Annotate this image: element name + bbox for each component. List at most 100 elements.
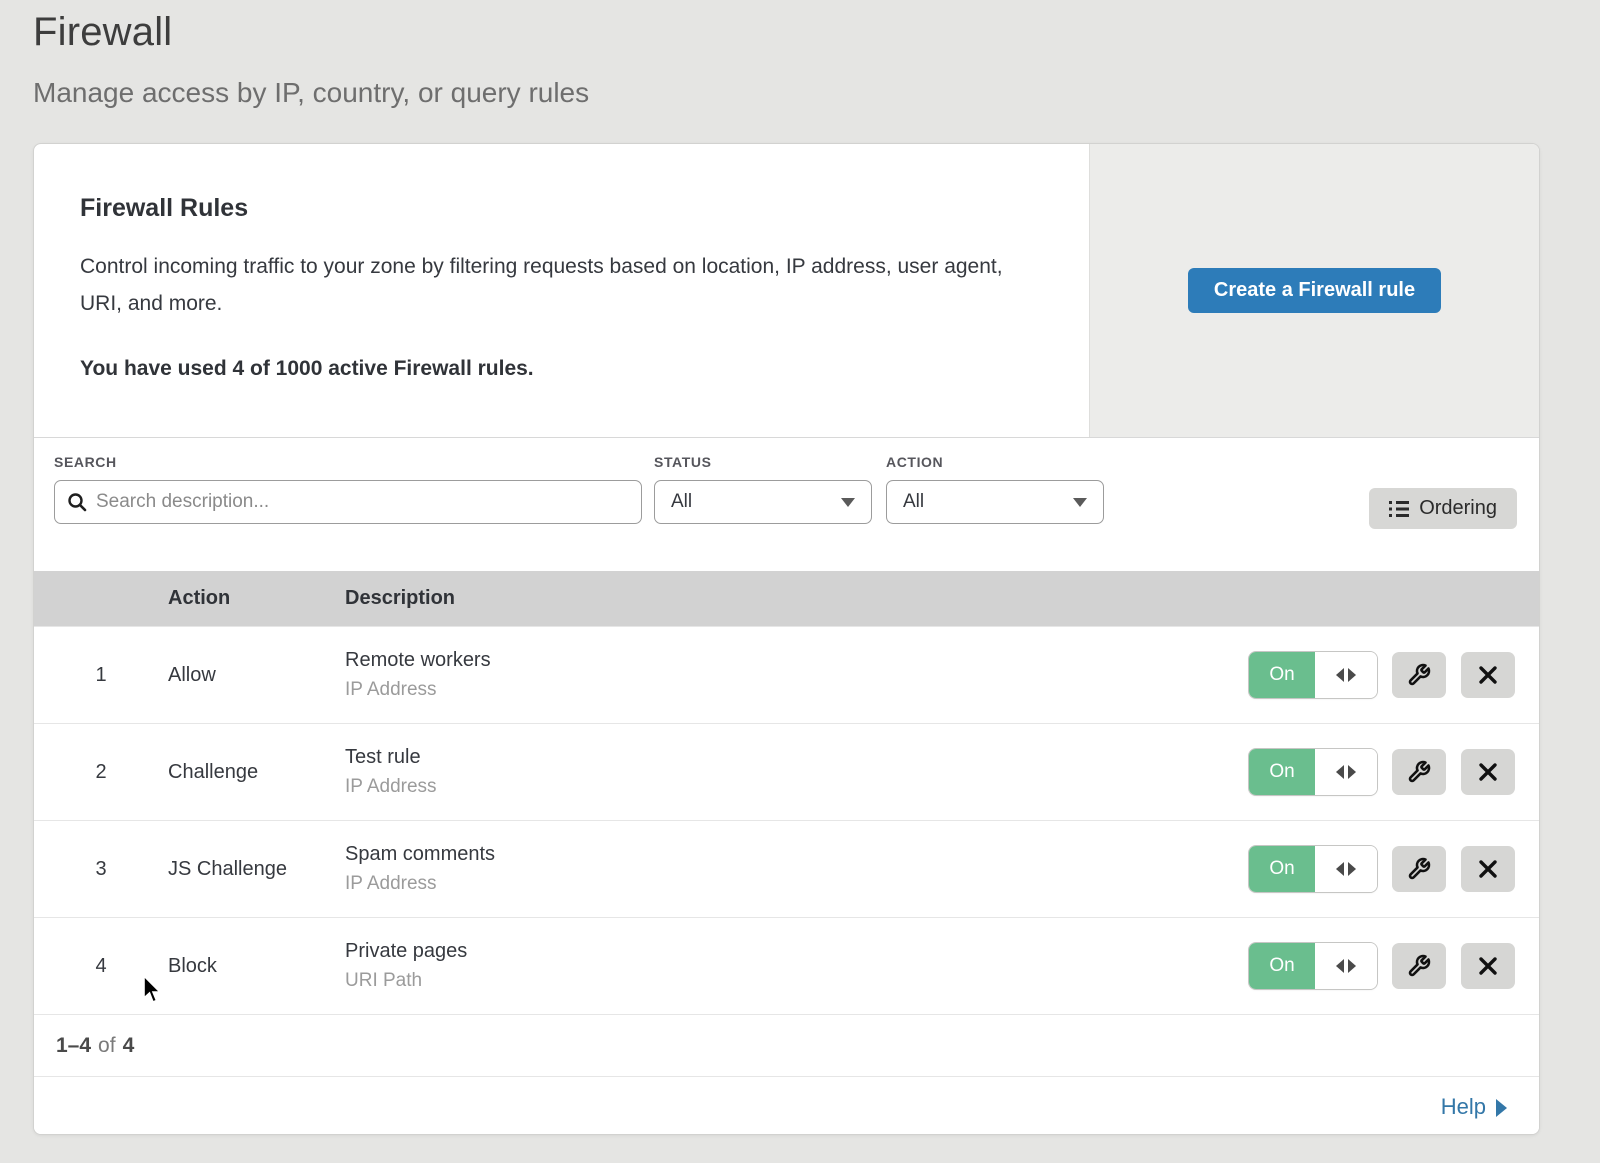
rule-controls: On <box>1249 943 1539 989</box>
rule-controls: On <box>1249 652 1539 698</box>
wrench-icon <box>1407 857 1431 881</box>
ordering-button-label: Ordering <box>1419 497 1497 520</box>
toggle-handle[interactable] <box>1315 749 1377 795</box>
rule-enabled-toggle[interactable]: On <box>1249 846 1377 892</box>
action-select[interactable]: All <box>886 480 1104 524</box>
close-icon <box>1478 859 1498 879</box>
pagination-range: 1–4 <box>56 1034 91 1058</box>
card-top-section: Firewall Rules Control incoming traffic … <box>34 144 1539 438</box>
rules-heading: Firewall Rules <box>80 194 1029 223</box>
toggle-on-label: On <box>1249 943 1315 989</box>
help-link-label: Help <box>1441 1094 1486 1120</box>
rule-description: Test rule <box>345 746 1249 769</box>
toggle-handle[interactable] <box>1315 943 1377 989</box>
toggle-on-label: On <box>1249 652 1315 698</box>
search-filter-group: SEARCH <box>54 454 642 524</box>
help-row: Help <box>34 1076 1539 1135</box>
rule-description-cell: Spam comments IP Address <box>345 843 1249 895</box>
edit-rule-button[interactable] <box>1392 846 1446 892</box>
delete-rule-button[interactable] <box>1461 846 1515 892</box>
arrow-right-icon <box>1348 959 1356 973</box>
arrow-right-icon <box>1348 668 1356 682</box>
wrench-icon <box>1407 663 1431 687</box>
rule-priority: 4 <box>34 955 168 978</box>
rule-controls: On <box>1249 846 1539 892</box>
page-subtitle: Manage access by IP, country, or query r… <box>33 77 1600 109</box>
action-label: ACTION <box>886 454 1104 470</box>
rule-action: Challenge <box>168 761 345 784</box>
rule-enabled-toggle[interactable]: On <box>1249 749 1377 795</box>
rule-enabled-toggle[interactable]: On <box>1249 943 1377 989</box>
status-label: STATUS <box>654 454 872 470</box>
rule-priority: 3 <box>34 858 168 881</box>
chevron-down-icon <box>1073 498 1087 507</box>
search-icon <box>67 492 87 512</box>
list-ordering-icon <box>1389 500 1409 518</box>
rule-controls: On <box>1249 749 1539 795</box>
firewall-rules-card: Firewall Rules Control incoming traffic … <box>33 143 1540 1135</box>
status-filter-group: STATUS All <box>654 454 872 524</box>
toggle-handle[interactable] <box>1315 652 1377 698</box>
rules-description-section: Firewall Rules Control incoming traffic … <box>34 144 1089 437</box>
rule-description: Remote workers <box>345 649 1249 672</box>
arrow-left-icon <box>1336 959 1344 973</box>
rule-priority: 1 <box>34 664 168 687</box>
table-row: 4 Block Private pages URI Path On <box>34 917 1539 1014</box>
close-icon <box>1478 956 1498 976</box>
status-select[interactable]: All <box>654 480 872 524</box>
rule-enabled-toggle[interactable]: On <box>1249 652 1377 698</box>
rule-description-cell: Remote workers IP Address <box>345 649 1249 701</box>
table-row: 2 Challenge Test rule IP Address On <box>34 723 1539 820</box>
table-header: Action Description <box>34 571 1539 626</box>
close-icon <box>1478 665 1498 685</box>
column-action: Action <box>168 587 345 610</box>
column-description: Description <box>345 587 1539 610</box>
page-title: Firewall <box>33 10 1600 55</box>
rule-match-type: IP Address <box>345 873 1249 895</box>
pagination-total: 4 <box>123 1034 135 1058</box>
search-input[interactable] <box>96 491 629 513</box>
rule-match-type: IP Address <box>345 679 1249 701</box>
filter-bar: SEARCH STATUS All ACTION <box>34 438 1539 571</box>
close-icon <box>1478 762 1498 782</box>
action-select-value: All <box>903 491 924 513</box>
rule-priority: 2 <box>34 761 168 784</box>
search-label: SEARCH <box>54 454 642 470</box>
delete-rule-button[interactable] <box>1461 749 1515 795</box>
edit-rule-button[interactable] <box>1392 652 1446 698</box>
delete-rule-button[interactable] <box>1461 943 1515 989</box>
pagination-of: of <box>98 1034 116 1058</box>
arrow-left-icon <box>1336 765 1344 779</box>
rule-match-type: IP Address <box>345 776 1249 798</box>
rules-description: Control incoming traffic to your zone by… <box>80 249 1029 323</box>
arrow-left-icon <box>1336 862 1344 876</box>
rule-description-cell: Test rule IP Address <box>345 746 1249 798</box>
rule-description: Private pages <box>345 940 1249 963</box>
rule-match-type: URI Path <box>345 970 1249 992</box>
page-header: Firewall Manage access by IP, country, o… <box>0 0 1600 109</box>
chevron-down-icon <box>841 498 855 507</box>
toggle-on-label: On <box>1249 749 1315 795</box>
wrench-icon <box>1407 760 1431 784</box>
action-filter-group: ACTION All <box>886 454 1104 524</box>
wrench-icon <box>1407 954 1431 978</box>
table-row: 3 JS Challenge Spam comments IP Address … <box>34 820 1539 917</box>
create-firewall-rule-button[interactable]: Create a Firewall rule <box>1188 268 1441 313</box>
rules-usage-count: You have used 4 of 1000 active Firewall … <box>80 357 1029 381</box>
arrow-right-icon <box>1348 862 1356 876</box>
table-row: 1 Allow Remote workers IP Address On <box>34 626 1539 723</box>
rule-action: JS Challenge <box>168 858 345 881</box>
edit-rule-button[interactable] <box>1392 749 1446 795</box>
delete-rule-button[interactable] <box>1461 652 1515 698</box>
help-link[interactable]: Help <box>1441 1094 1507 1120</box>
ordering-button[interactable]: Ordering <box>1369 488 1517 529</box>
search-box[interactable] <box>54 480 642 524</box>
arrow-right-icon <box>1348 765 1356 779</box>
toggle-on-label: On <box>1249 846 1315 892</box>
rule-action: Allow <box>168 664 345 687</box>
arrow-right-icon <box>1496 1099 1507 1117</box>
rule-description-cell: Private pages URI Path <box>345 940 1249 992</box>
edit-rule-button[interactable] <box>1392 943 1446 989</box>
status-select-value: All <box>671 491 692 513</box>
toggle-handle[interactable] <box>1315 846 1377 892</box>
